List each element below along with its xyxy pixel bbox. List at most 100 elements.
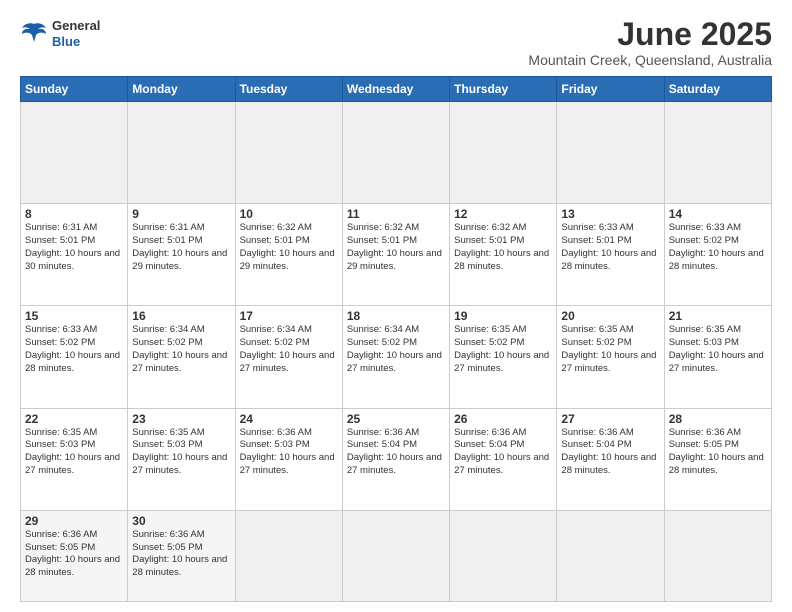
day-info: Sunset: 5:03 PM xyxy=(669,337,767,350)
day-info: Sunrise: 6:32 AM xyxy=(240,222,338,235)
day-info: Sunset: 5:01 PM xyxy=(132,235,230,248)
day-info: Sunrise: 6:36 AM xyxy=(454,427,552,440)
day-info: Sunrise: 6:36 AM xyxy=(347,427,445,440)
day-info: Sunset: 5:01 PM xyxy=(561,235,659,248)
day-info: Sunset: 5:05 PM xyxy=(669,439,767,452)
calendar-cell: 25Sunrise: 6:36 AMSunset: 5:04 PMDayligh… xyxy=(342,408,449,510)
calendar-cell xyxy=(235,102,342,204)
day-info: Sunrise: 6:34 AM xyxy=(240,324,338,337)
calendar-cell xyxy=(342,102,449,204)
day-info: Sunrise: 6:31 AM xyxy=(25,222,123,235)
calendar-cell xyxy=(450,510,557,601)
calendar-cell: 11Sunrise: 6:32 AMSunset: 5:01 PMDayligh… xyxy=(342,204,449,306)
day-info: Daylight: 10 hours and 28 minutes. xyxy=(561,452,659,478)
day-number: 20 xyxy=(561,309,659,323)
day-info: Daylight: 10 hours and 27 minutes. xyxy=(669,350,767,376)
day-info: Sunset: 5:02 PM xyxy=(454,337,552,350)
day-info: Sunset: 5:03 PM xyxy=(25,439,123,452)
day-info: Daylight: 10 hours and 28 minutes. xyxy=(561,248,659,274)
calendar-cell: 18Sunrise: 6:34 AMSunset: 5:02 PMDayligh… xyxy=(342,306,449,408)
day-info: Sunset: 5:02 PM xyxy=(347,337,445,350)
day-info: Sunset: 5:05 PM xyxy=(132,542,230,555)
day-info: Daylight: 10 hours and 27 minutes. xyxy=(132,452,230,478)
title-location: Mountain Creek, Queensland, Australia xyxy=(528,52,772,68)
calendar-cell: 30Sunrise: 6:36 AMSunset: 5:05 PMDayligh… xyxy=(128,510,235,601)
calendar-cell: 20Sunrise: 6:35 AMSunset: 5:02 PMDayligh… xyxy=(557,306,664,408)
calendar-cell: 19Sunrise: 6:35 AMSunset: 5:02 PMDayligh… xyxy=(450,306,557,408)
day-info: Sunset: 5:04 PM xyxy=(561,439,659,452)
calendar-cell: 15Sunrise: 6:33 AMSunset: 5:02 PMDayligh… xyxy=(21,306,128,408)
title-block: June 2025 Mountain Creek, Queensland, Au… xyxy=(528,18,772,68)
title-month: June 2025 xyxy=(528,18,772,50)
col-sunday: Sunday xyxy=(21,77,128,102)
calendar-cell xyxy=(664,102,771,204)
calendar-cell: 26Sunrise: 6:36 AMSunset: 5:04 PMDayligh… xyxy=(450,408,557,510)
calendar-cell xyxy=(342,510,449,601)
week-row-1 xyxy=(21,102,772,204)
week-row-2: 8Sunrise: 6:31 AMSunset: 5:01 PMDaylight… xyxy=(21,204,772,306)
day-info: Sunset: 5:04 PM xyxy=(454,439,552,452)
day-info: Daylight: 10 hours and 28 minutes. xyxy=(25,350,123,376)
header: General Blue June 2025 Mountain Creek, Q… xyxy=(20,18,772,68)
day-info: Sunrise: 6:35 AM xyxy=(561,324,659,337)
day-info: Sunrise: 6:35 AM xyxy=(132,427,230,440)
day-number: 16 xyxy=(132,309,230,323)
day-number: 12 xyxy=(454,207,552,221)
day-number: 27 xyxy=(561,412,659,426)
day-info: Sunset: 5:01 PM xyxy=(454,235,552,248)
day-info: Sunset: 5:05 PM xyxy=(25,542,123,555)
day-info: Sunset: 5:02 PM xyxy=(561,337,659,350)
day-number: 9 xyxy=(132,207,230,221)
day-number: 19 xyxy=(454,309,552,323)
col-thursday: Thursday xyxy=(450,77,557,102)
day-number: 25 xyxy=(347,412,445,426)
col-tuesday: Tuesday xyxy=(235,77,342,102)
calendar-cell xyxy=(235,510,342,601)
day-number: 21 xyxy=(669,309,767,323)
day-number: 29 xyxy=(25,514,123,528)
calendar-cell: 8Sunrise: 6:31 AMSunset: 5:01 PMDaylight… xyxy=(21,204,128,306)
day-info: Daylight: 10 hours and 27 minutes. xyxy=(132,350,230,376)
day-info: Daylight: 10 hours and 29 minutes. xyxy=(132,248,230,274)
day-info: Sunrise: 6:33 AM xyxy=(669,222,767,235)
day-number: 14 xyxy=(669,207,767,221)
week-row-4: 22Sunrise: 6:35 AMSunset: 5:03 PMDayligh… xyxy=(21,408,772,510)
day-info: Sunrise: 6:36 AM xyxy=(669,427,767,440)
calendar-cell: 10Sunrise: 6:32 AMSunset: 5:01 PMDayligh… xyxy=(235,204,342,306)
calendar-cell: 9Sunrise: 6:31 AMSunset: 5:01 PMDaylight… xyxy=(128,204,235,306)
week-row-3: 15Sunrise: 6:33 AMSunset: 5:02 PMDayligh… xyxy=(21,306,772,408)
day-info: Daylight: 10 hours and 27 minutes. xyxy=(240,350,338,376)
day-info: Sunrise: 6:36 AM xyxy=(132,529,230,542)
day-info: Sunset: 5:01 PM xyxy=(347,235,445,248)
calendar-cell: 22Sunrise: 6:35 AMSunset: 5:03 PMDayligh… xyxy=(21,408,128,510)
day-info: Daylight: 10 hours and 27 minutes. xyxy=(561,350,659,376)
day-info: Sunrise: 6:36 AM xyxy=(561,427,659,440)
day-info: Daylight: 10 hours and 28 minutes. xyxy=(669,452,767,478)
calendar-cell xyxy=(557,102,664,204)
logo-text: General Blue xyxy=(52,18,100,49)
day-number: 26 xyxy=(454,412,552,426)
day-info: Sunset: 5:02 PM xyxy=(132,337,230,350)
week-row-5: 29Sunrise: 6:36 AMSunset: 5:05 PMDayligh… xyxy=(21,510,772,601)
day-info: Sunset: 5:02 PM xyxy=(240,337,338,350)
day-info: Sunrise: 6:33 AM xyxy=(25,324,123,337)
day-info: Daylight: 10 hours and 28 minutes. xyxy=(25,554,123,580)
day-info: Sunrise: 6:32 AM xyxy=(347,222,445,235)
day-info: Daylight: 10 hours and 28 minutes. xyxy=(669,248,767,274)
calendar-cell xyxy=(21,102,128,204)
day-info: Sunset: 5:03 PM xyxy=(132,439,230,452)
calendar-cell: 29Sunrise: 6:36 AMSunset: 5:05 PMDayligh… xyxy=(21,510,128,601)
day-info: Daylight: 10 hours and 27 minutes. xyxy=(25,452,123,478)
day-info: Sunrise: 6:36 AM xyxy=(25,529,123,542)
logo-blue: Blue xyxy=(52,34,100,50)
day-info: Daylight: 10 hours and 27 minutes. xyxy=(347,452,445,478)
day-info: Sunset: 5:01 PM xyxy=(240,235,338,248)
day-info: Sunset: 5:01 PM xyxy=(25,235,123,248)
calendar-cell: 12Sunrise: 6:32 AMSunset: 5:01 PMDayligh… xyxy=(450,204,557,306)
calendar-cell xyxy=(664,510,771,601)
calendar-header-row: Sunday Monday Tuesday Wednesday Thursday… xyxy=(21,77,772,102)
calendar-cell: 27Sunrise: 6:36 AMSunset: 5:04 PMDayligh… xyxy=(557,408,664,510)
calendar-cell: 21Sunrise: 6:35 AMSunset: 5:03 PMDayligh… xyxy=(664,306,771,408)
col-monday: Monday xyxy=(128,77,235,102)
day-info: Sunrise: 6:32 AM xyxy=(454,222,552,235)
